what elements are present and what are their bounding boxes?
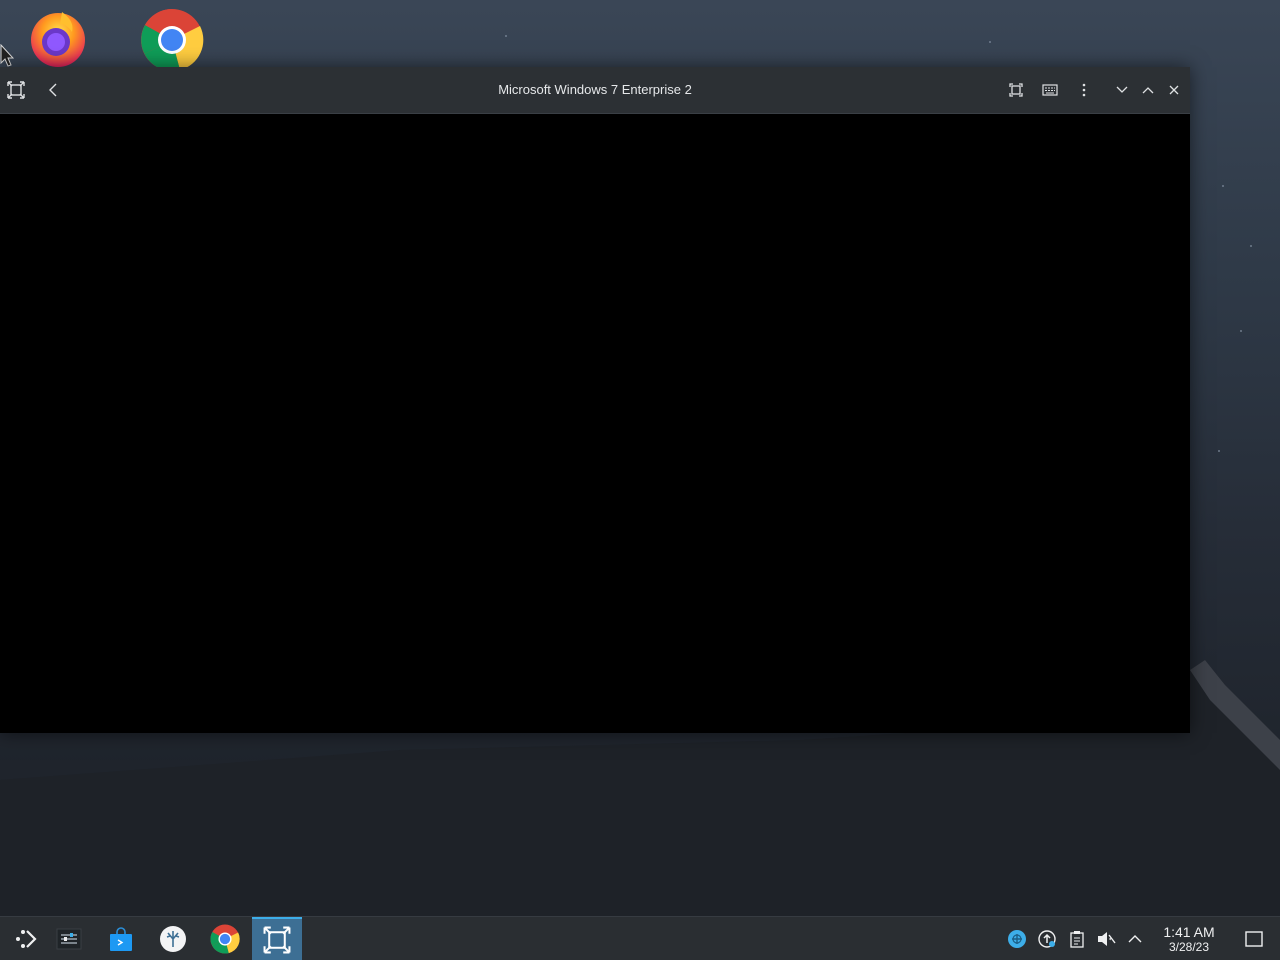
virt-manager-icon bbox=[263, 926, 291, 953]
tray-expand-icon[interactable] bbox=[1124, 928, 1146, 950]
star bbox=[989, 41, 991, 43]
star bbox=[1240, 330, 1242, 332]
star bbox=[505, 35, 507, 37]
task-manager[interactable] bbox=[44, 917, 94, 960]
window-titlebar[interactable]: Microsoft Windows 7 Enterprise 2 bbox=[0, 67, 1190, 114]
firefox-icon[interactable] bbox=[26, 6, 90, 70]
star bbox=[1222, 185, 1224, 187]
clock-time[interactable]: 1:41 AM bbox=[1152, 924, 1226, 940]
menu-kebab-icon[interactable] bbox=[1073, 79, 1095, 101]
taskbar bbox=[0, 916, 1280, 960]
mouse-cursor bbox=[0, 44, 14, 67]
volume-muted-icon[interactable] bbox=[1095, 928, 1117, 950]
coral-app-icon bbox=[160, 925, 186, 952]
clock-date[interactable]: 3/28/23 bbox=[1152, 940, 1226, 954]
minimize-icon[interactable] bbox=[1111, 79, 1133, 101]
chrome-icon[interactable] bbox=[140, 6, 204, 72]
shopping-bag-icon bbox=[110, 926, 132, 951]
chrome-taskbar[interactable] bbox=[200, 917, 250, 960]
launcher-icon bbox=[16, 929, 37, 948]
network-icon[interactable] bbox=[1006, 928, 1028, 950]
vm-display[interactable] bbox=[0, 114, 1190, 733]
back-icon[interactable] bbox=[43, 79, 65, 101]
chrome-icon bbox=[210, 923, 240, 954]
clipboard-icon[interactable] bbox=[1066, 928, 1088, 950]
virt-manager-icon[interactable] bbox=[5, 79, 27, 101]
star bbox=[1250, 245, 1252, 247]
update-icon[interactable] bbox=[1036, 928, 1058, 950]
plasma-app[interactable] bbox=[148, 917, 198, 960]
close-icon[interactable] bbox=[1163, 79, 1185, 101]
settings-sliders-icon bbox=[56, 928, 82, 949]
application-launcher[interactable] bbox=[0, 917, 50, 960]
desktop: Microsoft Windows 7 Enterprise 2 1:41 AM… bbox=[0, 0, 1280, 960]
keyboard-icon[interactable] bbox=[1039, 79, 1061, 101]
star bbox=[1218, 450, 1220, 452]
fullscreen-icon[interactable] bbox=[1005, 79, 1027, 101]
discover-store[interactable] bbox=[96, 917, 146, 960]
maximize-icon[interactable] bbox=[1137, 79, 1159, 101]
vm-window: Microsoft Windows 7 Enterprise 2 bbox=[0, 67, 1190, 733]
show-desktop-icon[interactable] bbox=[1243, 928, 1265, 950]
virt-manager-taskbar[interactable] bbox=[252, 917, 302, 960]
